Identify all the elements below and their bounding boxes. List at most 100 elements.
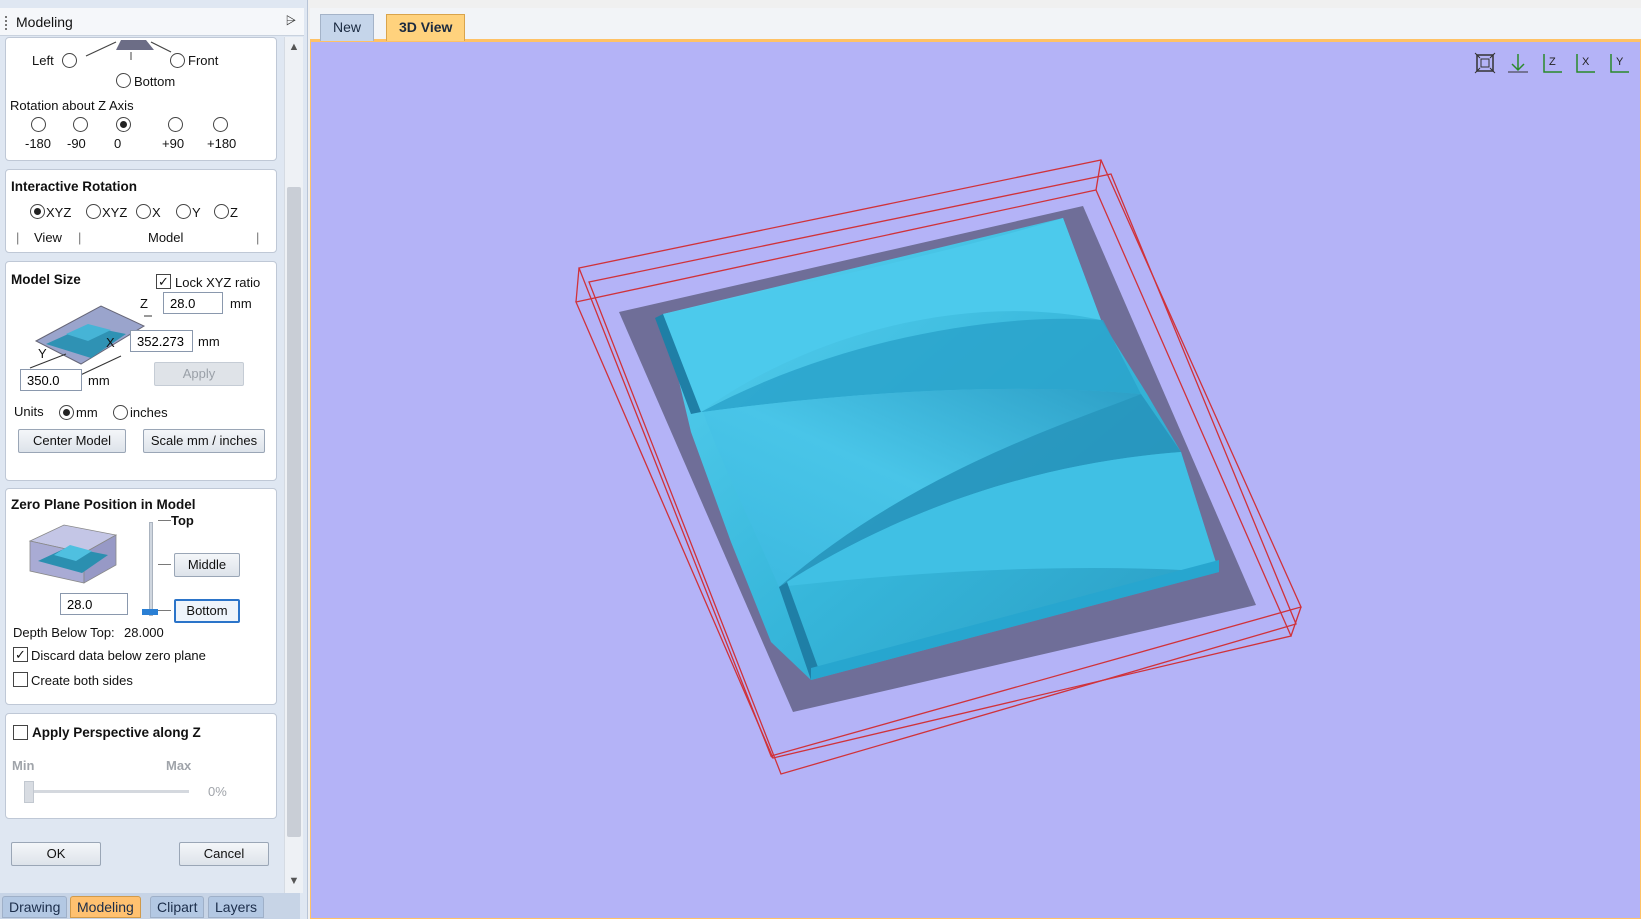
interactive-rotation-radio[interactable] bbox=[176, 204, 191, 219]
top-label: Top bbox=[171, 513, 194, 528]
units-mm-label: mm bbox=[76, 405, 98, 420]
orientation-group: Left Front Bottom Rotation about Z Axis … bbox=[5, 37, 277, 161]
interactive-rotation-title: Interactive Rotation bbox=[11, 179, 138, 194]
top-tick: — bbox=[158, 512, 171, 527]
interactive-rotation-radio[interactable] bbox=[214, 204, 229, 219]
perspective-slider-thumb[interactable] bbox=[24, 781, 34, 803]
bottom-label: Bottom bbox=[134, 74, 176, 89]
apply-perspective-checkbox[interactable] bbox=[13, 725, 28, 740]
middle-tick: — bbox=[158, 556, 171, 571]
model-label: Model bbox=[148, 230, 184, 245]
rotation-z-option-label: +180 bbox=[207, 136, 237, 151]
units-inches-radio[interactable] bbox=[113, 405, 128, 420]
interactive-rotation-radio[interactable] bbox=[30, 204, 45, 219]
center-model-button[interactable]: Center Model bbox=[18, 429, 126, 453]
units-label: Units bbox=[14, 404, 44, 419]
3d-viewport[interactable]: Z X Y bbox=[310, 41, 1641, 919]
tab-drawing[interactable]: Drawing bbox=[2, 896, 68, 918]
orientation-preview-icon bbox=[85, 40, 172, 60]
interactive-rotation-radio[interactable] bbox=[86, 204, 101, 219]
bottom-tick: — bbox=[158, 602, 171, 617]
z-axis-label: Z bbox=[140, 296, 148, 311]
ok-button[interactable]: OK bbox=[11, 842, 101, 866]
front-radio[interactable] bbox=[170, 53, 185, 68]
model-size-title: Model Size bbox=[11, 272, 81, 287]
perspective-value-label: 0% bbox=[208, 784, 227, 799]
rotation-z-option-label: +90 bbox=[162, 136, 185, 151]
interactive-rotation-label: Z bbox=[230, 205, 238, 220]
view-divider: | bbox=[16, 230, 20, 245]
panel-header: Modeling ⩥ bbox=[0, 8, 304, 36]
scroll-up-icon[interactable]: ▲ bbox=[287, 41, 301, 55]
model-divider-left: | bbox=[78, 230, 82, 245]
interactive-rotation-group: Interactive Rotation XYZ XYZ X Y Z | View | … bbox=[5, 169, 277, 253]
panel-scrollbar[interactable]: ▲ ▼ bbox=[284, 37, 303, 893]
y-size-input[interactable] bbox=[20, 369, 82, 391]
zero-plane-input[interactable] bbox=[60, 593, 128, 615]
rotation-z-radio[interactable] bbox=[213, 117, 228, 132]
middle-button[interactable]: Middle bbox=[174, 553, 240, 577]
create-both-sides-label: Create both sides bbox=[31, 673, 133, 688]
y-unit-label: mm bbox=[88, 373, 110, 388]
interactive-rotation-label: XYZ bbox=[46, 205, 72, 220]
depth-below-top-label: Depth Below Top: bbox=[13, 625, 115, 640]
z-size-input[interactable] bbox=[163, 292, 223, 314]
rotation-z-option-label: -90 bbox=[67, 136, 86, 151]
bottom-button[interactable]: Bottom bbox=[174, 599, 240, 623]
view-label: View bbox=[34, 230, 62, 245]
rotation-z-option-label: 0 bbox=[114, 136, 122, 151]
rotation-z-label: Rotation about Z Axis bbox=[10, 98, 134, 113]
front-label: Front bbox=[188, 53, 219, 68]
zero-plane-title: Zero Plane Position in Model bbox=[11, 497, 196, 512]
modeling-panel: Modeling ⩥ Left Front Bottom Rotation ab… bbox=[0, 0, 308, 919]
bottom-radio[interactable] bbox=[116, 73, 131, 88]
zero-plane-slider-track[interactable] bbox=[149, 522, 153, 616]
discard-below-zero-checkbox[interactable]: ✓ bbox=[13, 647, 28, 662]
rotation-z-radio[interactable] bbox=[31, 117, 46, 132]
model-size-group: Model Size ✓ Lock XYZ ratio Z mm X mm Y … bbox=[5, 261, 277, 481]
scale-mm-inches-button[interactable]: Scale mm / inches bbox=[143, 429, 265, 453]
units-inches-label: inches bbox=[130, 405, 168, 420]
interactive-rotation-label: Y bbox=[192, 205, 201, 220]
interactive-rotation-label: X bbox=[152, 205, 161, 220]
scrollbar-thumb[interactable] bbox=[287, 187, 301, 837]
discard-below-zero-label: Discard data below zero plane bbox=[31, 648, 206, 663]
create-both-sides-checkbox[interactable] bbox=[13, 672, 28, 687]
document-tabs: New 3D View bbox=[310, 8, 1641, 41]
tab-new[interactable]: New bbox=[320, 14, 375, 41]
left-radio[interactable] bbox=[62, 53, 77, 68]
pin-icon[interactable]: ⩥ bbox=[286, 13, 296, 29]
apply-size-button[interactable]: Apply bbox=[154, 362, 244, 386]
apply-perspective-title: Apply Perspective along Z bbox=[32, 725, 201, 740]
rotation-z-radio[interactable] bbox=[168, 117, 183, 132]
perspective-max-label: Max bbox=[166, 758, 192, 773]
units-mm-radio[interactable] bbox=[59, 405, 74, 420]
x-axis-label: X bbox=[106, 335, 115, 350]
scroll-down-icon[interactable]: ▼ bbox=[287, 875, 301, 889]
panel-title: Modeling bbox=[16, 14, 73, 30]
model-divider-right: | bbox=[256, 230, 260, 245]
rotation-z-radio[interactable] bbox=[116, 117, 131, 132]
left-label: Left bbox=[32, 53, 54, 68]
drag-grip[interactable] bbox=[5, 16, 7, 30]
y-axis-label: Y bbox=[38, 346, 47, 361]
rotation-z-radio[interactable] bbox=[73, 117, 88, 132]
zero-plane-group: Zero Plane Position in Model — Top — Mid… bbox=[5, 488, 277, 705]
tab-clipart[interactable]: Clipart bbox=[150, 896, 205, 918]
interactive-rotation-radio[interactable] bbox=[136, 204, 151, 219]
tab-layers[interactable]: Layers bbox=[208, 896, 265, 918]
lock-check-icon: ✓ bbox=[158, 274, 169, 289]
zero-plane-slider-thumb[interactable] bbox=[142, 609, 158, 615]
perspective-slider-track[interactable] bbox=[24, 790, 189, 793]
lock-xyz-checkbox[interactable]: ✓ bbox=[156, 274, 171, 289]
x-unit-label: mm bbox=[198, 334, 220, 349]
interactive-rotation-label: XYZ bbox=[102, 205, 128, 220]
cancel-button[interactable]: Cancel bbox=[179, 842, 269, 866]
rotation-z-option-label: -180 bbox=[25, 136, 52, 151]
panel-tabs: Drawing Modeling Clipart Layers bbox=[0, 893, 300, 919]
perspective-min-label: Min bbox=[12, 758, 35, 773]
depth-below-top-value: 28.000 bbox=[124, 625, 164, 640]
tab-3d-view[interactable]: 3D View bbox=[386, 14, 466, 41]
tab-modeling[interactable]: Modeling bbox=[70, 896, 141, 918]
x-size-input[interactable] bbox=[130, 330, 193, 352]
